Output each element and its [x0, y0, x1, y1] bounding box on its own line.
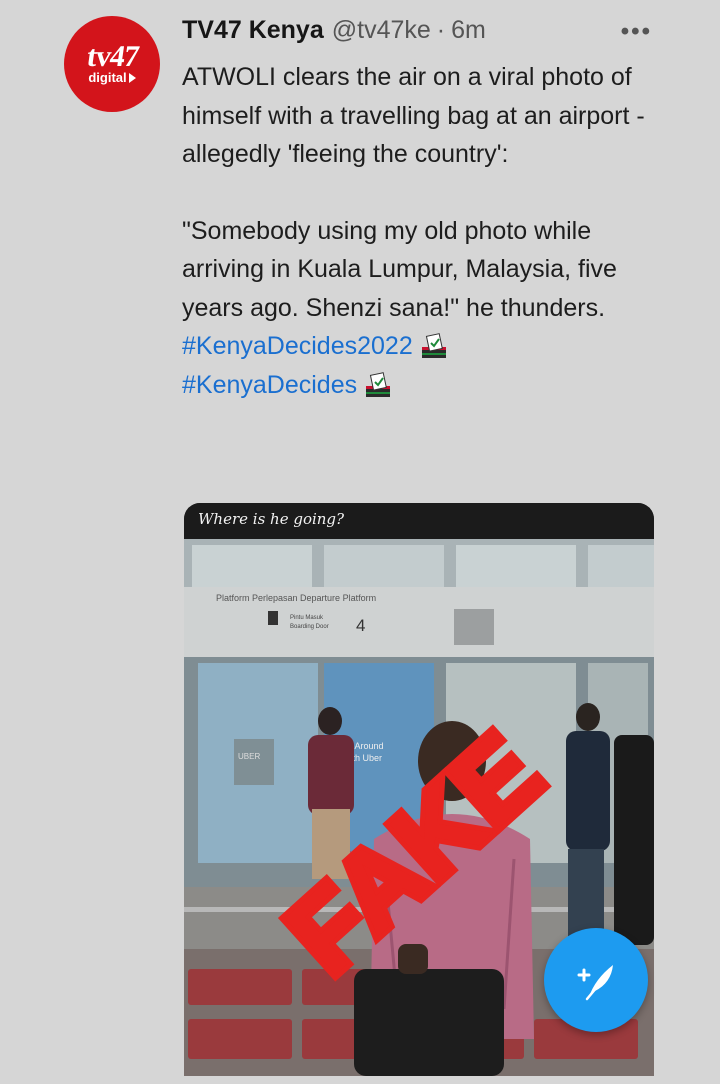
- tweet-paragraph-1: ATWOLI clears the air on a viral photo o…: [182, 63, 645, 168]
- tweet-timestamp[interactable]: 6m: [451, 16, 486, 45]
- tweet-text: ATWOLI clears the air on a viral photo o…: [182, 58, 662, 404]
- more-options-icon[interactable]: •••: [621, 18, 652, 46]
- separator-dot: ·: [436, 16, 446, 44]
- hashtag-link[interactable]: #KenyaDecides: [182, 366, 662, 405]
- hashtag-link[interactable]: #KenyaDecides2022: [182, 327, 662, 366]
- compose-tweet-button[interactable]: [544, 928, 648, 1032]
- author-handle[interactable]: @tv47ke: [332, 16, 431, 45]
- door-sign-ms: Pintu Masuk: [290, 615, 324, 621]
- avatar-logo-text: tv47: [84, 40, 140, 73]
- avatar[interactable]: tv47 digital: [64, 16, 160, 112]
- media-caption: Where is he going?: [184, 503, 654, 539]
- avatar-logo-sub: digital: [88, 71, 136, 85]
- ballot-box-icon: [421, 333, 446, 359]
- tweet-paragraph-2: "Somebody using my old photo while arriv…: [182, 216, 624, 322]
- door-number: 4: [356, 616, 365, 635]
- door-sign-en: Boarding Door: [290, 624, 329, 630]
- author-name[interactable]: TV47 Kenya: [182, 16, 324, 45]
- play-icon: [128, 73, 136, 83]
- uber-sign: UBER: [238, 752, 260, 761]
- platform-sign: Platform Perlepasan Departure Platform: [216, 593, 376, 603]
- ballot-box-icon: [366, 371, 391, 397]
- tweet-header: TV47 Kenya @tv47ke · 6m •••: [182, 16, 662, 52]
- compose-plus-feather-icon: [577, 965, 613, 1001]
